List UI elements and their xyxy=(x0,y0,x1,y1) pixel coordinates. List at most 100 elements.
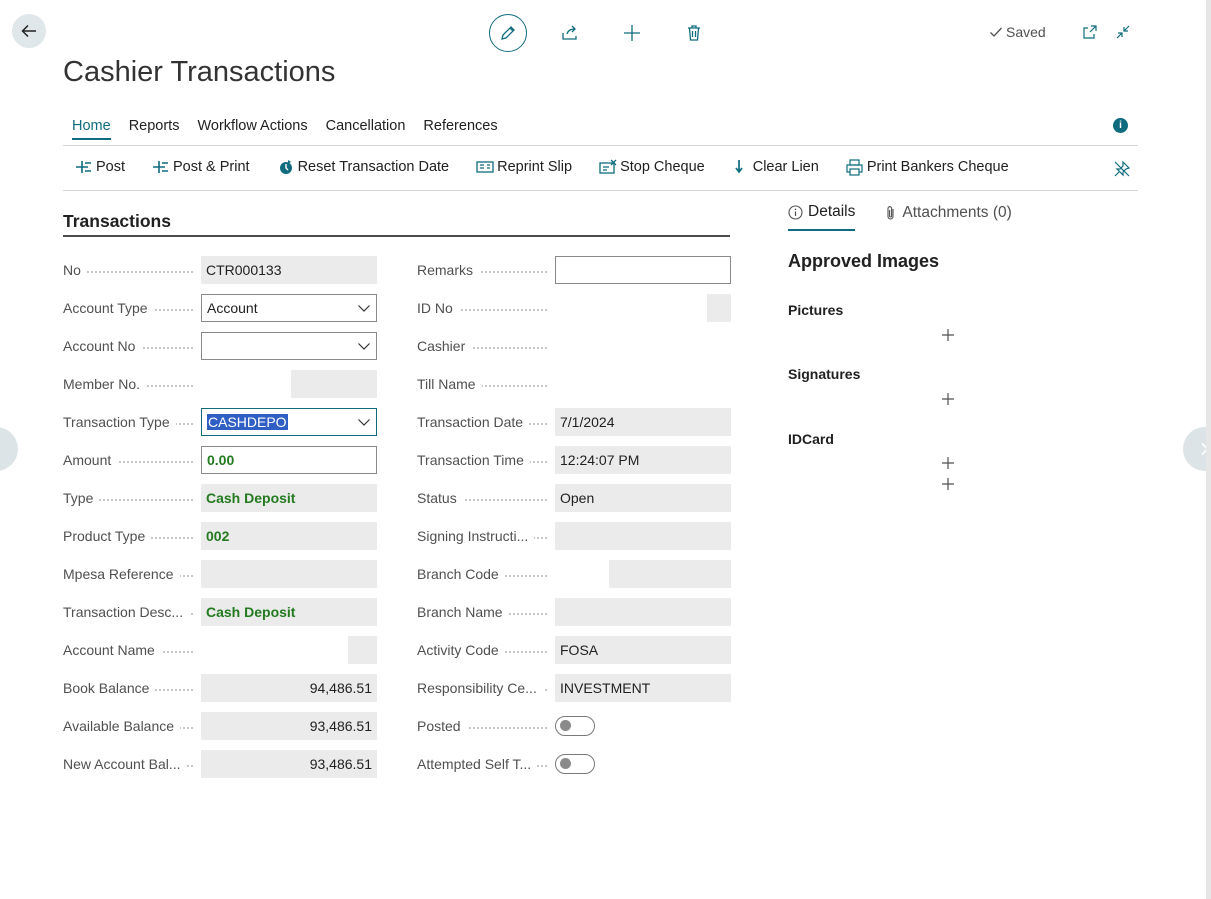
add-idcard-front-icon[interactable] xyxy=(941,456,955,470)
edit-button[interactable] xyxy=(489,14,527,52)
field-label: Account Name xyxy=(63,636,201,664)
activity-code-value[interactable]: FOSA xyxy=(555,636,731,664)
field-label: Product Type xyxy=(63,522,201,550)
account-type-select[interactable]: Account xyxy=(201,294,377,322)
transaction-description-value[interactable]: Cash Deposit xyxy=(201,598,377,626)
field-status: Status Open xyxy=(417,484,731,512)
responsibility-center-value[interactable]: INVESTMENT xyxy=(555,674,731,702)
field-available-balance: Available Balance 93,486.51 xyxy=(63,712,377,740)
account-name-value[interactable] xyxy=(201,636,377,664)
previous-record-button[interactable] xyxy=(0,427,18,471)
field-label: New Account Bal... xyxy=(63,750,201,778)
product-type-value[interactable]: 002 xyxy=(201,522,377,550)
post-and-print-label: Post & Print xyxy=(173,159,250,175)
type-value[interactable]: Cash Deposit xyxy=(201,484,377,512)
reprint-slip-button[interactable]: Reprint Slip xyxy=(476,158,572,176)
book-balance-value[interactable]: 94,486.51 xyxy=(201,674,377,702)
new-account-balance-value[interactable]: 93,486.51 xyxy=(201,750,377,778)
field-label: Branch Name xyxy=(417,598,555,626)
delete-button[interactable] xyxy=(675,14,713,52)
id-no-value[interactable] xyxy=(555,294,731,322)
add-picture-icon[interactable] xyxy=(941,328,955,342)
post-and-print-button[interactable]: Post & Print xyxy=(152,158,250,176)
clear-lien-button[interactable]: Clear Lien xyxy=(732,158,819,176)
redacted-area xyxy=(555,294,707,322)
trash-icon xyxy=(688,25,700,41)
redacted-area xyxy=(555,560,609,588)
field-label: No xyxy=(63,256,201,284)
field-label: Posted xyxy=(417,712,555,740)
status-value[interactable]: Open xyxy=(555,484,731,512)
open-new-window-button[interactable] xyxy=(1080,22,1100,42)
window-controls xyxy=(1080,22,1146,42)
field-label: Book Balance xyxy=(63,674,201,702)
print-bankers-cheque-button[interactable]: Print Bankers Cheque xyxy=(846,158,1009,176)
cashier-value[interactable] xyxy=(555,332,731,360)
field-label: Transaction Desc... xyxy=(63,598,201,626)
field-label: Activity Code xyxy=(417,636,555,664)
mpesa-reference-value[interactable] xyxy=(201,560,377,588)
tab-workflow-actions[interactable]: Workflow Actions xyxy=(197,118,307,140)
till-name-value[interactable] xyxy=(555,370,731,398)
share-button[interactable] xyxy=(551,14,589,52)
saved-label: Saved xyxy=(1006,24,1046,40)
field-label: Amount xyxy=(63,446,201,474)
field-account-name: Account Name xyxy=(63,636,377,664)
scrollbar[interactable] xyxy=(1206,0,1211,899)
signing-instructions-value[interactable] xyxy=(555,522,731,550)
slip-icon xyxy=(476,158,494,176)
attempted-self-transaction-toggle[interactable] xyxy=(555,754,595,774)
field-transaction-type: Transaction Type CASHDEPO xyxy=(63,408,377,436)
transaction-time-value[interactable]: 12:24:07 PM xyxy=(555,446,731,474)
add-signature-icon[interactable] xyxy=(941,392,955,406)
arrow-down-icon xyxy=(732,158,750,176)
tab-attachments[interactable]: Attachments (0) xyxy=(885,203,1012,231)
account-no-select[interactable] xyxy=(201,332,377,360)
branch-name-value[interactable] xyxy=(555,598,731,626)
field-label: Available Balance xyxy=(63,712,201,740)
field-label: Type xyxy=(63,484,201,512)
field-label: Transaction Type xyxy=(63,408,201,436)
collapse-button[interactable] xyxy=(1113,22,1133,42)
field-label: Responsibility Ce... xyxy=(417,674,555,702)
approved-images-title: Approved Images xyxy=(788,251,940,271)
field-label: Transaction Time xyxy=(417,446,555,474)
new-button[interactable] xyxy=(613,14,651,52)
tab-home[interactable]: Home xyxy=(72,118,111,140)
posted-toggle[interactable] xyxy=(555,716,595,736)
field-label: Status xyxy=(417,484,555,512)
field-transaction-description: Transaction Desc... Cash Deposit xyxy=(63,598,377,626)
transaction-date-value[interactable]: 7/1/2024 xyxy=(555,408,731,436)
field-branch-code: Branch Code xyxy=(417,560,731,588)
tab-reports[interactable]: Reports xyxy=(129,118,180,140)
stop-cheque-icon xyxy=(599,158,617,176)
reset-transaction-date-button[interactable]: Reset Transaction Date xyxy=(277,158,449,176)
pin-icon[interactable] xyxy=(1113,160,1131,178)
amount-input[interactable]: 0.00 xyxy=(201,446,377,474)
stop-cheque-button[interactable]: Stop Cheque xyxy=(599,158,705,176)
printer-icon xyxy=(846,158,864,176)
transaction-type-select[interactable]: CASHDEPO xyxy=(201,408,377,436)
available-balance-value[interactable]: 93,486.51 xyxy=(201,712,377,740)
post-print-icon xyxy=(152,158,170,176)
add-idcard-back-icon[interactable] xyxy=(941,477,955,491)
field-posted: Posted xyxy=(417,712,595,740)
field-type: Type Cash Deposit xyxy=(63,484,377,512)
field-label: Member No. xyxy=(63,370,201,398)
no-value[interactable]: CTR000133 xyxy=(201,256,377,284)
field-account-type: Account Type Account xyxy=(63,294,377,322)
tab-references[interactable]: References xyxy=(423,118,497,140)
field-label: Remarks xyxy=(417,256,555,284)
back-button[interactable] xyxy=(12,14,46,48)
info-icon[interactable]: i xyxy=(1113,118,1128,133)
field-book-balance: Book Balance 94,486.51 xyxy=(63,674,377,702)
field-label: ID No xyxy=(417,294,555,322)
member-no-value[interactable] xyxy=(201,370,377,398)
tab-cancellation[interactable]: Cancellation xyxy=(326,118,406,140)
post-button[interactable]: Post xyxy=(75,158,125,176)
branch-code-value[interactable] xyxy=(555,560,731,588)
section-underline xyxy=(63,235,730,237)
remarks-input[interactable] xyxy=(555,256,731,284)
post-icon xyxy=(75,158,93,176)
tab-details[interactable]: Details xyxy=(788,203,856,231)
